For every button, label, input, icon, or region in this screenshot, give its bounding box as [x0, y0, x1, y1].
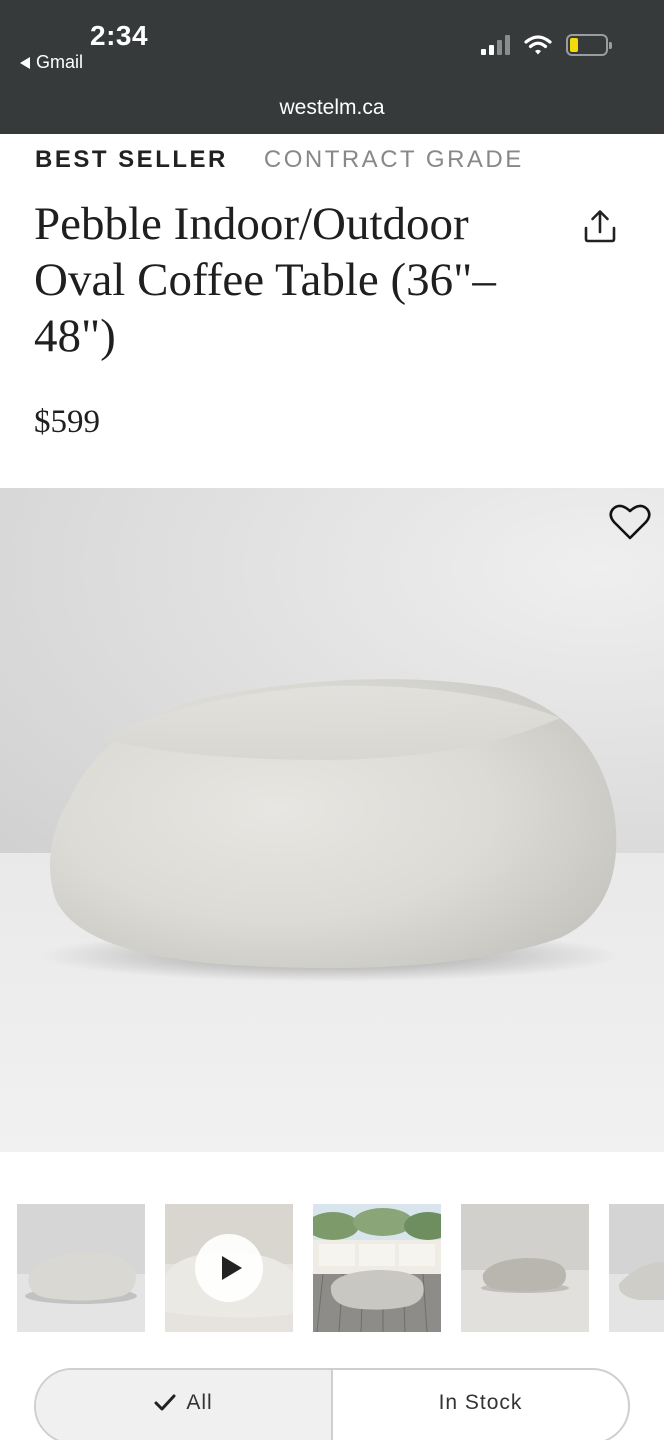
- play-video-button[interactable]: [195, 1234, 263, 1302]
- badge-best-seller: BEST SELLER: [35, 146, 228, 173]
- browser-top-bar: 2:34 Gmail westelm.ca: [0, 0, 664, 134]
- filter-in-stock-label: In Stock: [438, 1391, 523, 1414]
- product-price: $599: [34, 404, 100, 440]
- back-app-label: Gmail: [36, 52, 84, 72]
- wifi-icon: [524, 35, 552, 55]
- cellular-signal-icon: [481, 35, 510, 55]
- heart-icon[interactable]: [608, 502, 652, 542]
- url-bar[interactable]: westelm.ca: [0, 96, 664, 120]
- thumbnail-4[interactable]: [461, 1204, 589, 1332]
- thumbnail-2-video[interactable]: [165, 1204, 293, 1332]
- filter-all-label: All: [186, 1391, 213, 1414]
- back-to-app-link[interactable]: Gmail: [20, 52, 83, 73]
- play-icon: [221, 1256, 242, 1280]
- system-icons: [481, 34, 612, 56]
- product-main-image[interactable]: [0, 488, 664, 1152]
- pebble-table-illustration: [40, 679, 620, 982]
- checkmark-icon: [154, 1394, 176, 1411]
- battery-icon: [566, 34, 612, 56]
- availability-filter-toggle: All In Stock: [34, 1368, 630, 1440]
- thumbnail-3[interactable]: [313, 1204, 441, 1332]
- thumbnail-strip: [0, 1190, 664, 1340]
- filter-in-stock-button[interactable]: In Stock: [333, 1370, 628, 1440]
- badge-contract-grade: CONTRACT GRADE: [263, 146, 524, 173]
- status-time: 2:34: [90, 20, 149, 51]
- product-title: Pebble Indoor/Outdoor Oval Coffee Table …: [34, 198, 496, 362]
- thumbnail-5[interactable]: [609, 1204, 664, 1332]
- thumbnail-1[interactable]: [17, 1204, 145, 1332]
- share-icon[interactable]: [580, 206, 620, 246]
- filter-all-button[interactable]: All: [36, 1370, 333, 1440]
- back-arrow-icon: [20, 56, 30, 69]
- product-badges: BEST SELLER CONTRACT GRADE: [35, 146, 524, 174]
